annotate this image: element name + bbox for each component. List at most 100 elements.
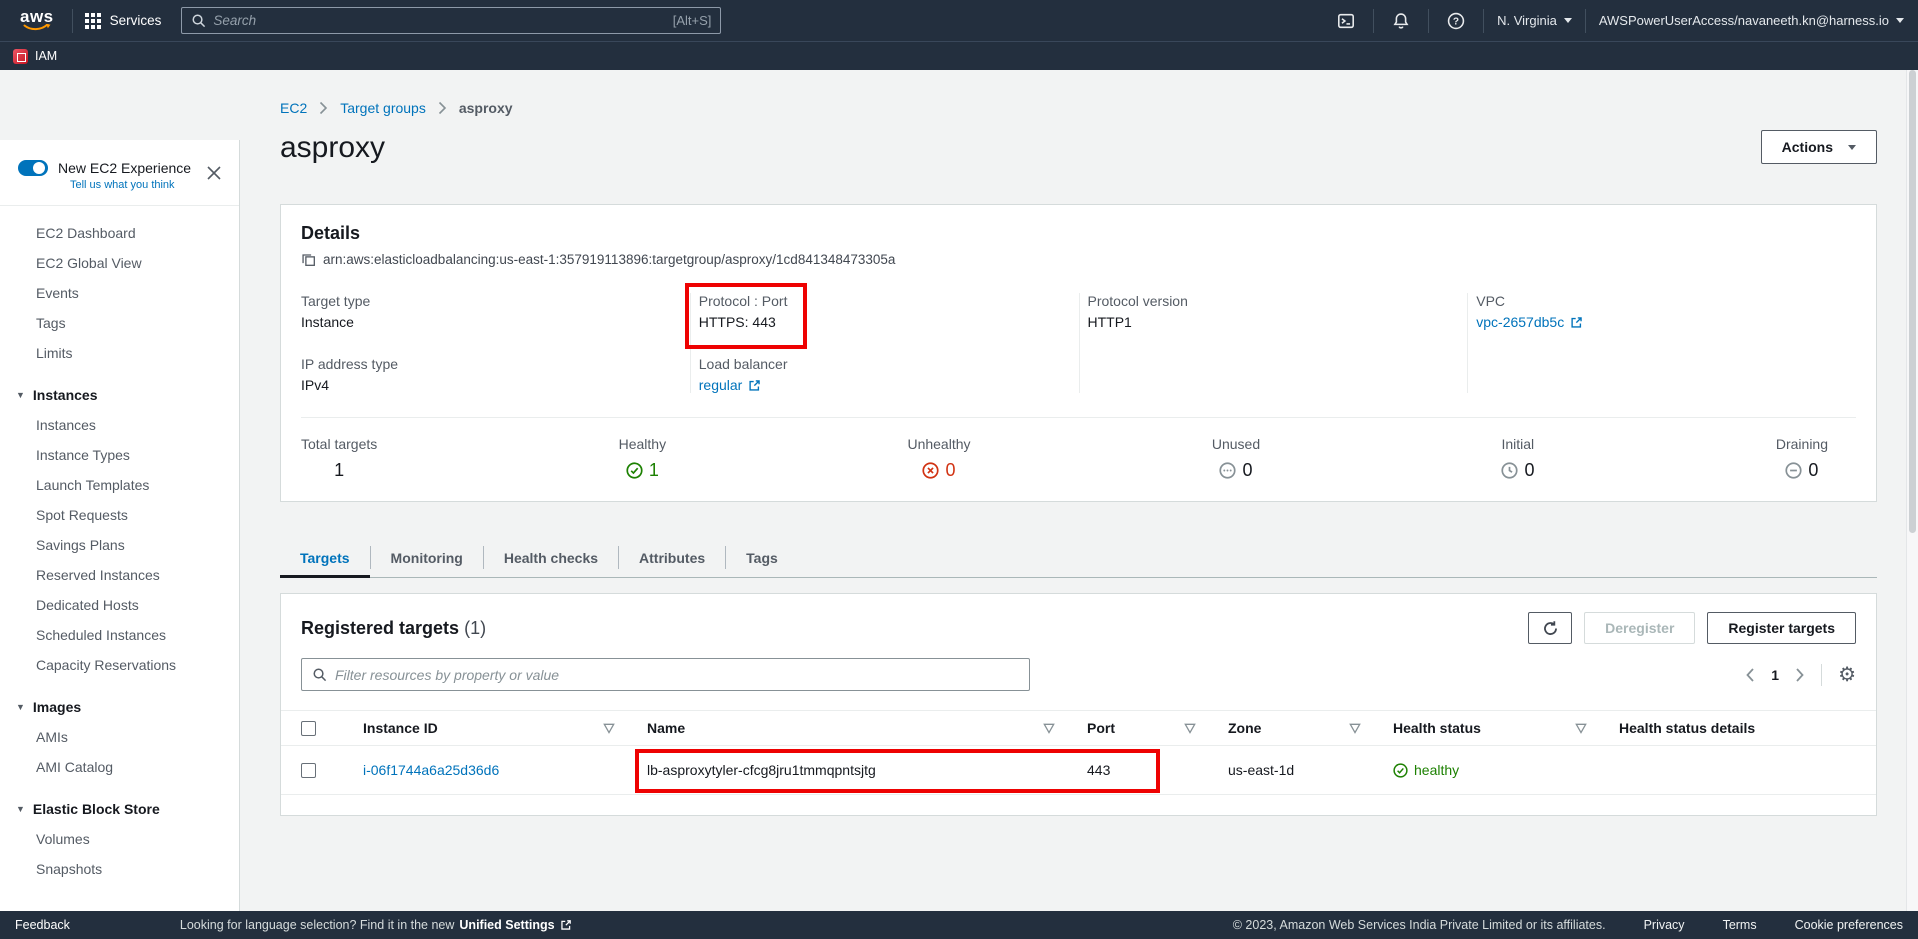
caret-down-icon [1848,145,1856,150]
actions-button[interactable]: Actions [1761,130,1877,164]
divider [1821,664,1822,686]
tab-bar: Targets Monitoring Health checks Attribu… [280,538,1877,578]
chevron-down-icon: ▼ [16,804,25,814]
sort-filter-icon[interactable] [603,723,615,734]
tab-targets[interactable]: Targets [280,538,370,577]
sort-filter-icon[interactable] [1575,723,1587,734]
sort-filter-icon[interactable] [1043,723,1055,734]
previous-page-icon[interactable] [1745,667,1755,683]
sidebar-section-images[interactable]: ▼Images [0,692,239,722]
filter-box[interactable] [301,658,1030,691]
search-icon [312,667,327,682]
target-port-cell: 443 [1071,746,1212,795]
sidebar-item-limits[interactable]: Limits [0,338,239,368]
privacy-link[interactable]: Privacy [1644,918,1685,932]
divider [1483,9,1484,33]
divider [1428,9,1429,33]
sidebar-nav: EC2 Dashboard EC2 Global View Events Tag… [0,206,239,884]
divider [1373,9,1374,33]
breadcrumb-target-groups[interactable]: Target groups [340,100,426,116]
sidebar-item-ec2-global-view[interactable]: EC2 Global View [0,248,239,278]
sort-filter-icon[interactable] [1349,723,1361,734]
vertical-scrollbar[interactable] [1906,70,1918,911]
sidebar-item-events[interactable]: Events [0,278,239,308]
divider [1585,9,1586,33]
sidebar-item-spot-requests[interactable]: Spot Requests [0,500,239,530]
registered-targets-count: (1) [464,618,486,638]
sidebar-item-volumes[interactable]: Volumes [0,824,239,854]
copy-icon[interactable] [301,252,316,267]
chevron-down-icon: ▼ [16,702,25,712]
cloudshell-icon[interactable] [1332,12,1360,30]
region-label: N. Virginia [1497,13,1557,28]
field-ip-address-type: IP address type IPv4 [301,356,670,393]
global-search-box[interactable]: [Alt+S] [181,7,721,34]
target-health-summary: Total targets 1 Healthy 1 Unhealthy 0 Un… [301,417,1856,481]
sidebar-item-savings-plans[interactable]: Savings Plans [0,530,239,560]
sidebar-section-elastic-block-store[interactable]: ▼Elastic Block Store [0,794,239,824]
next-page-icon[interactable] [1795,667,1805,683]
sidebar-item-reserved-instances[interactable]: Reserved Instances [0,560,239,590]
services-grid-icon [85,13,101,29]
unified-settings-link[interactable]: Unified Settings [459,918,554,932]
tab-health-checks[interactable]: Health checks [484,538,618,577]
unused-icon [1219,462,1236,479]
refresh-button[interactable] [1528,612,1572,644]
register-targets-button[interactable]: Register targets [1707,612,1856,644]
caret-down-icon [1564,18,1572,23]
select-all-checkbox[interactable] [301,721,316,736]
deregister-button[interactable]: Deregister [1584,612,1695,644]
tab-tags[interactable]: Tags [726,538,798,577]
vpc-link[interactable]: vpc-2657db5c [1476,314,1564,330]
sidebar-item-launch-templates[interactable]: Launch Templates [0,470,239,500]
target-zone-cell: us-east-1d [1212,746,1377,795]
filter-input[interactable] [335,667,1019,683]
tab-monitoring[interactable]: Monitoring [371,538,483,577]
new-ec2-experience-toggle[interactable] [18,160,48,176]
health-status-cell: healthy [1414,762,1459,778]
instance-id-link[interactable]: i-06f1744a6a25d36d6 [363,762,499,778]
cookie-preferences-link[interactable]: Cookie preferences [1795,918,1903,932]
help-icon[interactable]: ? [1442,12,1470,30]
sidebar-item-snapshots[interactable]: Snapshots [0,854,239,884]
feedback-link[interactable]: Feedback [15,918,70,932]
sidebar-item-scheduled-instances[interactable]: Scheduled Instances [0,620,239,650]
iam-service-icon [13,49,28,64]
tab-attributes[interactable]: Attributes [619,538,725,577]
column-header-health-status-details: Health status details [1619,720,1755,736]
global-search-input[interactable] [213,13,665,28]
services-menu-button[interactable]: Services [85,13,162,29]
close-icon[interactable] [207,166,221,180]
favorite-iam-link[interactable]: IAM [35,49,57,63]
sidebar-item-ec2-dashboard[interactable]: EC2 Dashboard [0,218,239,248]
table-row: i-06f1744a6a25d36d6 lb-asproxytyler-cfcg… [281,746,1876,795]
health-status-details-cell [1603,746,1876,795]
account-menu[interactable]: AWSPowerUserAccess/navaneeth.kn@harness.… [1599,13,1904,28]
breadcrumb-ec2[interactable]: EC2 [280,100,307,116]
notifications-bell-icon[interactable] [1387,12,1415,30]
field-vpc: VPC vpc-2657db5c [1476,293,1836,330]
load-balancer-link[interactable]: regular [699,377,743,393]
sidebar-item-instances[interactable]: Instances [0,410,239,440]
caret-down-icon [1896,18,1904,23]
sidebar-item-tags[interactable]: Tags [0,308,239,338]
sidebar-item-instance-types[interactable]: Instance Types [0,440,239,470]
tell-us-what-you-think-link[interactable]: Tell us what you think [70,179,223,191]
row-checkbox[interactable] [301,763,316,778]
page-number[interactable]: 1 [1771,667,1779,683]
sidebar-item-capacity-reservations[interactable]: Capacity Reservations [0,650,239,680]
stat-unused: Unused 0 [1212,436,1260,481]
sidebar-item-dedicated-hosts[interactable]: Dedicated Hosts [0,590,239,620]
settings-gear-icon[interactable]: ⚙ [1838,665,1856,685]
sort-filter-icon[interactable] [1184,723,1196,734]
sidebar-section-instances[interactable]: ▼Instances [0,380,239,410]
terms-link[interactable]: Terms [1723,918,1757,932]
region-selector[interactable]: N. Virginia [1497,13,1572,28]
aws-logo-text: aws [20,9,54,24]
sidebar-item-ami-catalog[interactable]: AMI Catalog [0,752,239,782]
sidebar-item-amis[interactable]: AMIs [0,722,239,752]
aws-logo[interactable]: aws [20,9,54,32]
refresh-icon [1542,620,1559,637]
svg-text:?: ? [1453,16,1459,27]
field-protocol-port: Protocol : Port HTTPS: 443 [699,293,1059,330]
